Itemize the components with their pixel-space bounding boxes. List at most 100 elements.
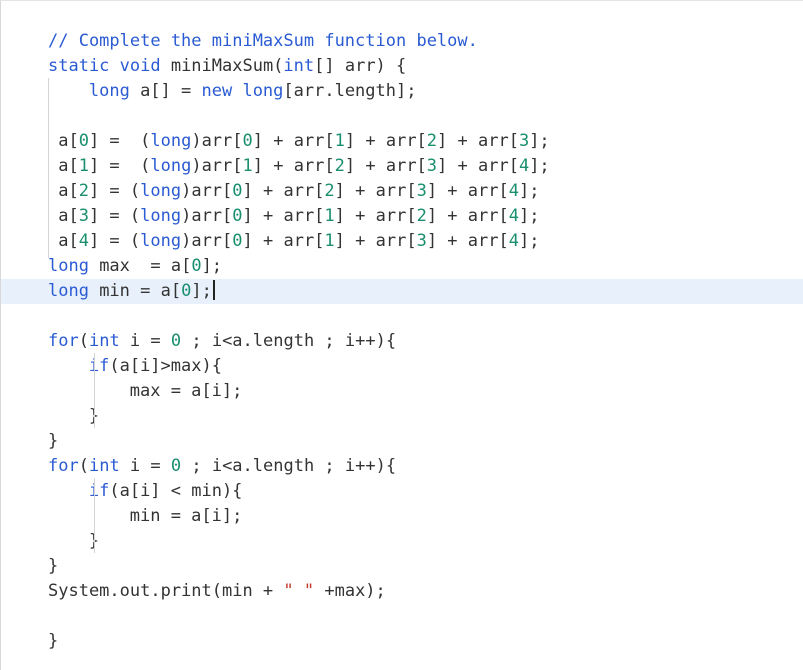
code-token: 0 <box>232 231 243 251</box>
code-line[interactable]: // Complete the miniMaxSum function belo… <box>1 29 803 54</box>
code-token: )arr[ <box>191 131 243 151</box>
code-token: [arr.length]; <box>283 81 417 101</box>
code-line[interactable]: System.out.print(min + " " +max); <box>1 579 803 604</box>
code-text: if(a[i]>max){ <box>89 354 222 379</box>
code-token: min = a[ <box>88 281 182 301</box>
code-line[interactable]: } <box>1 404 803 429</box>
code-token: 0 <box>170 456 182 476</box>
code-line[interactable]: long a[] = new long[arr.length]; <box>1 79 803 104</box>
code-token: ] + arr[ <box>242 181 325 201</box>
code-line[interactable]: long min = a[0]; <box>1 279 803 304</box>
code-token: ] = ( <box>88 231 141 251</box>
code-token: ; i<a.length ; i++){ <box>181 331 397 351</box>
code-token: 2 <box>416 206 427 226</box>
code-token: " " <box>283 581 315 601</box>
indent-guide <box>94 353 95 428</box>
code-token: } <box>48 431 59 451</box>
code-token: 2 <box>426 131 438 151</box>
code-editor[interactable]: // Complete the miniMaxSum function belo… <box>0 0 803 670</box>
code-token: )arr[ <box>181 181 233 201</box>
code-text: a[2] = (long)arr[0] + arr[2] + arr[3] + … <box>58 179 539 204</box>
code-token: 3 <box>416 231 427 251</box>
code-token: ; i<a.length ; i++){ <box>181 456 397 476</box>
code-token: 0 <box>242 131 253 151</box>
code-token: ] = ( <box>88 131 151 151</box>
code-text: // Complete the miniMaxSum function belo… <box>48 29 478 54</box>
code-line[interactable]: long max = a[0]; <box>1 254 803 279</box>
code-token: ] + arr[ <box>334 181 417 201</box>
code-token: 0 <box>191 256 202 276</box>
code-token: ]; <box>191 281 212 301</box>
code-token: 4 <box>508 231 519 251</box>
code-token: 1 <box>334 131 345 151</box>
code-text: a[1] = (long)arr[1] + arr[2] + arr[3] + … <box>58 154 549 179</box>
code-token: long <box>48 256 89 276</box>
code-token: ( <box>78 456 89 476</box>
code-token: ]; <box>529 131 550 151</box>
code-token: i = <box>119 331 171 351</box>
code-line[interactable]: static void miniMaxSum(int[] arr) { <box>1 54 803 79</box>
code-token: if <box>88 356 110 376</box>
code-token: )arr[ <box>181 206 233 226</box>
code-token: 1 <box>324 231 335 251</box>
indent-guide <box>94 478 95 553</box>
code-token: ]; <box>518 181 540 201</box>
code-token: int <box>88 331 120 351</box>
code-token: ] + arr[ <box>242 206 325 226</box>
code-token: ] + arr[ <box>437 156 519 176</box>
code-token: ] + arr[ <box>344 156 427 176</box>
code-line[interactable]: } <box>1 629 803 654</box>
code-text: a[4] = (long)arr[0] + arr[1] + arr[3] + … <box>58 229 539 254</box>
code-line[interactable]: if(a[i]>max){ <box>1 354 803 379</box>
code-line[interactable]: a[2] = (long)arr[0] + arr[2] + arr[3] + … <box>1 179 803 204</box>
code-line[interactable]: for(int i = 0 ; i<a.length ; i++){ <box>1 329 803 354</box>
code-line[interactable]: } <box>1 554 803 579</box>
code-token: ( <box>78 331 89 351</box>
code-token: 0 <box>170 331 182 351</box>
code-text: long min = a[0]; <box>48 279 215 304</box>
code-token: (a[i]>max){ <box>109 356 222 376</box>
code-token: a[ <box>58 156 79 176</box>
code-token: 1 <box>78 156 89 176</box>
code-text: } <box>48 629 58 654</box>
code-line[interactable]: a[0] = (long)arr[0] + arr[1] + arr[2] + … <box>1 129 803 154</box>
code-text: static void miniMaxSum(int[] arr) { <box>48 54 406 79</box>
code-line[interactable] <box>1 304 803 329</box>
code-text: System.out.print(min + " " +max); <box>48 579 386 604</box>
code-token: a[ <box>58 131 79 151</box>
code-line[interactable]: } <box>1 529 803 554</box>
code-text: a[3] = (long)arr[0] + arr[1] + arr[2] + … <box>58 204 539 229</box>
code-line[interactable]: max = a[i]; <box>1 379 803 404</box>
code-line[interactable]: for(int i = 0 ; i<a.length ; i++){ <box>1 454 803 479</box>
code-token: if <box>88 481 110 501</box>
code-token: long <box>150 131 192 151</box>
code-token: i = <box>119 456 171 476</box>
code-line[interactable]: a[3] = (long)arr[0] + arr[1] + arr[2] + … <box>1 204 803 229</box>
code-line[interactable] <box>1 104 803 129</box>
indent-guide <box>48 78 49 258</box>
code-line[interactable]: a[4] = (long)arr[0] + arr[1] + arr[3] + … <box>1 229 803 254</box>
code-token: ]; <box>201 256 223 276</box>
code-token: static void <box>48 56 161 76</box>
code-token: long <box>140 231 182 251</box>
code-text: } <box>48 554 58 579</box>
code-text: for(int i = 0 ; i<a.length ; i++){ <box>48 454 396 479</box>
code-text: for(int i = 0 ; i<a.length ; i++){ <box>48 329 396 354</box>
code-token: } <box>48 631 59 651</box>
code-line[interactable] <box>1 604 803 629</box>
code-token: 3 <box>416 181 427 201</box>
code-line[interactable]: if(a[i] < min){ <box>1 479 803 504</box>
code-token: 1 <box>242 156 253 176</box>
code-token: 3 <box>518 131 530 151</box>
code-token: int <box>283 56 315 76</box>
code-token: new <box>201 81 233 101</box>
code-token: ]; <box>518 231 540 251</box>
code-token: } <box>48 556 59 576</box>
code-token: ] + arr[ <box>334 231 417 251</box>
code-line[interactable]: a[1] = (long)arr[1] + arr[2] + arr[3] + … <box>1 154 803 179</box>
code-line[interactable]: } <box>1 429 803 454</box>
code-line[interactable]: min = a[i]; <box>1 504 803 529</box>
code-token: ]; <box>518 206 540 226</box>
code-token: 0 <box>181 281 192 301</box>
code-text: a[0] = (long)arr[0] + arr[1] + arr[2] + … <box>58 129 549 154</box>
